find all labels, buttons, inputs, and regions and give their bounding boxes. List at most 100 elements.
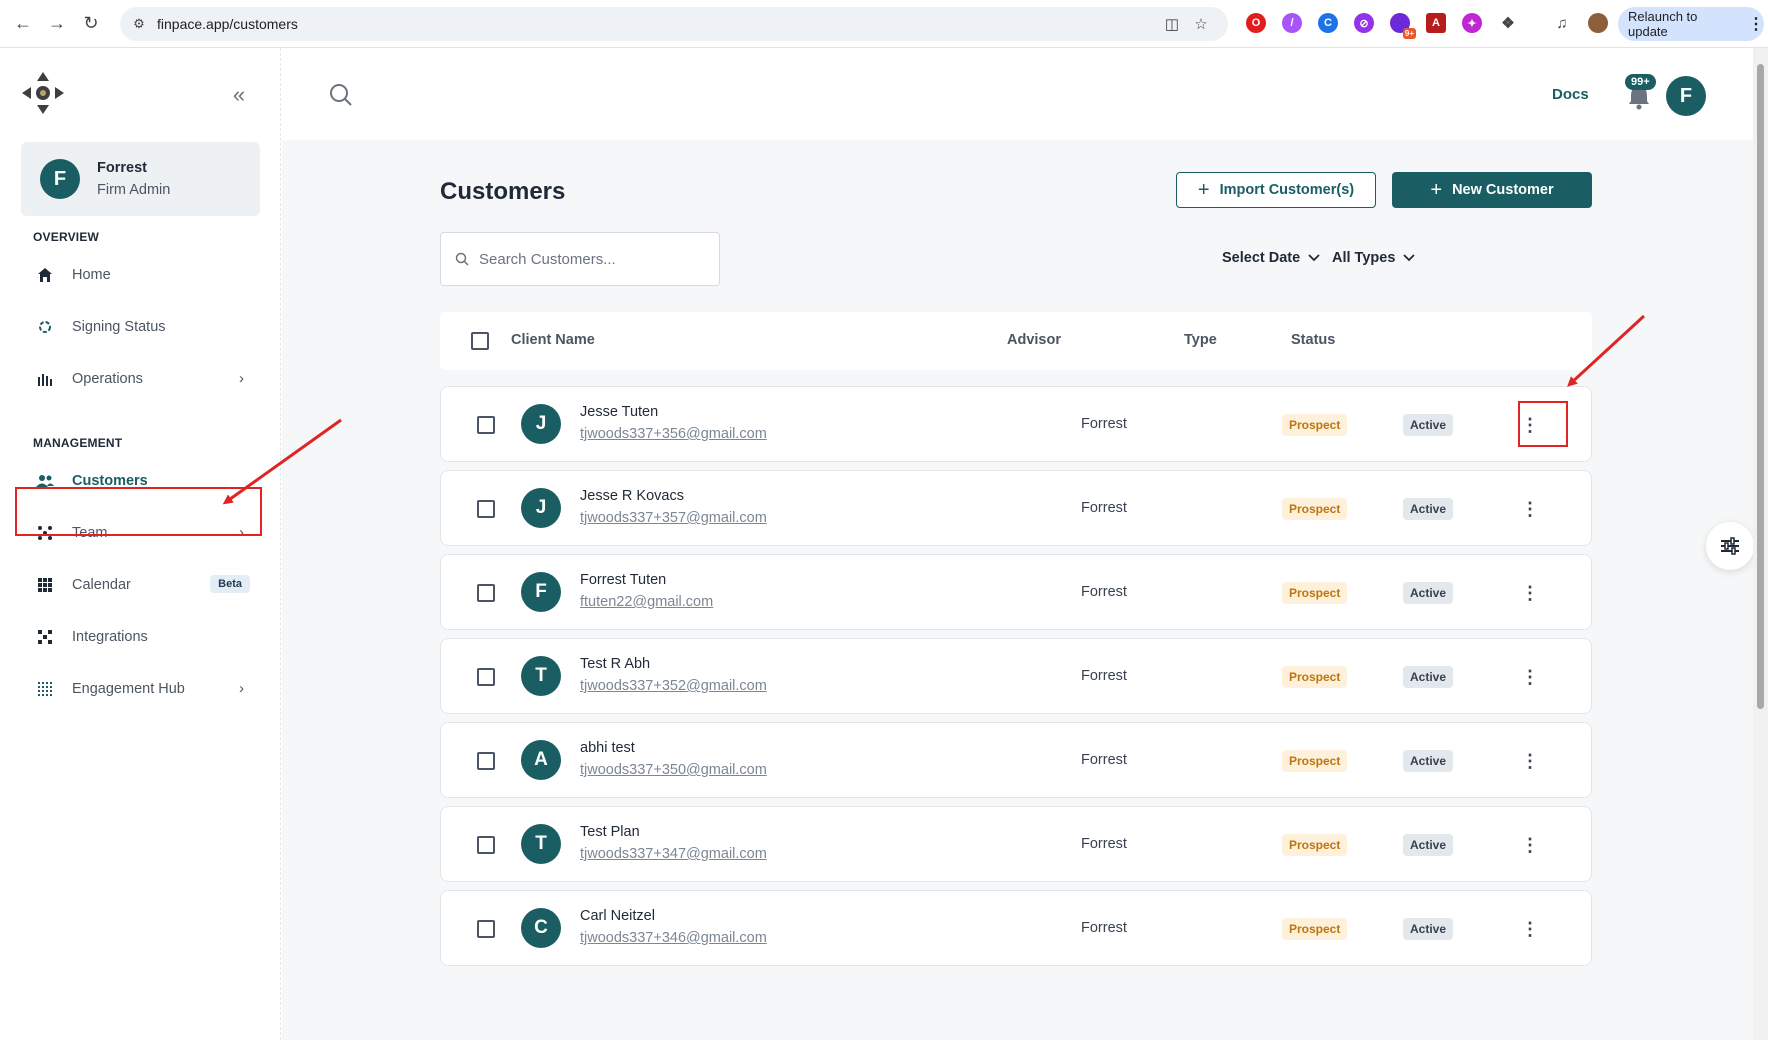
row-checkbox[interactable] bbox=[477, 920, 495, 938]
customer-email-link[interactable]: tjwoods337+350@gmail.com bbox=[580, 762, 767, 778]
media-queue-icon[interactable]: ♫ bbox=[1552, 13, 1572, 33]
row-actions-menu-icon[interactable]: ⋮ bbox=[1513, 912, 1547, 946]
extension-opera-icon[interactable]: O bbox=[1246, 13, 1266, 33]
extension-swirl-icon[interactable]: ✦ bbox=[1462, 13, 1482, 33]
table-row[interactable]: C Carl Neitzel tjwoods337+346@gmail.com … bbox=[440, 890, 1592, 966]
row-checkbox[interactable] bbox=[477, 416, 495, 434]
sidebar-item-calendar[interactable]: Calendar Beta bbox=[16, 562, 260, 608]
advisor-cell: Forrest bbox=[1081, 752, 1127, 768]
url-text[interactable]: finpace.app/customers bbox=[157, 16, 298, 32]
table-row[interactable]: J Jesse R Kovacs tjwoods337+357@gmail.co… bbox=[440, 470, 1592, 546]
section-label-management: MANAGEMENT bbox=[33, 436, 123, 450]
customer-search-box[interactable] bbox=[440, 232, 720, 286]
sidebar-item-integrations[interactable]: Integrations bbox=[16, 614, 260, 660]
user-avatar[interactable]: F bbox=[1666, 76, 1706, 116]
annotation-highlight-customers bbox=[15, 487, 262, 536]
table-row[interactable]: A abhi test tjwoods337+350@gmail.com For… bbox=[440, 722, 1592, 798]
row-actions-menu-icon[interactable]: ⋮ bbox=[1513, 660, 1547, 694]
sidebar-item-engagement-hub[interactable]: Engagement Hub › bbox=[16, 666, 260, 712]
column-header-type[interactable]: Type bbox=[1184, 332, 1217, 348]
page-title: Customers bbox=[440, 178, 566, 205]
table-row[interactable]: T Test Plan tjwoods337+347@gmail.com For… bbox=[440, 806, 1592, 882]
table-row[interactable]: F Forrest Tuten ftuten22@gmail.com Forre… bbox=[440, 554, 1592, 630]
row-checkbox[interactable] bbox=[477, 752, 495, 770]
customer-name[interactable]: Forrest Tuten bbox=[580, 572, 666, 588]
select-all-checkbox[interactable] bbox=[471, 332, 489, 350]
customer-email-link[interactable]: tjwoods337+347@gmail.com bbox=[580, 846, 767, 862]
table-row[interactable]: J Jesse Tuten tjwoods337+356@gmail.com F… bbox=[440, 386, 1592, 462]
new-customer-button[interactable]: + New Customer bbox=[1392, 172, 1592, 208]
sidebar-item-signing-status[interactable]: Signing Status bbox=[16, 304, 260, 350]
back-icon[interactable]: ← bbox=[10, 10, 36, 36]
section-label-overview: OVERVIEW bbox=[33, 230, 100, 244]
import-customers-button[interactable]: + Import Customer(s) bbox=[1176, 172, 1376, 208]
column-header-status[interactable]: Status bbox=[1291, 332, 1335, 348]
browser-profile-avatar[interactable] bbox=[1588, 13, 1608, 33]
address-bar[interactable]: ⚙ finpace.app/customers ◫ ☆ bbox=[120, 7, 1228, 41]
customer-name[interactable]: Carl Neitzel bbox=[580, 908, 655, 924]
bookmark-star-icon[interactable]: ☆ bbox=[1192, 15, 1210, 33]
extensions-puzzle-icon[interactable]: ❖ bbox=[1498, 13, 1518, 33]
page-scrollbar[interactable] bbox=[1753, 48, 1768, 1040]
sidebar-item-label: Home bbox=[72, 267, 111, 283]
extension-badge-icon[interactable]: 9+ bbox=[1390, 13, 1416, 39]
customer-email-link[interactable]: tjwoods337+356@gmail.com bbox=[580, 426, 767, 442]
sidebar-item-home[interactable]: Home bbox=[16, 252, 260, 298]
advisor-cell: Forrest bbox=[1081, 920, 1127, 936]
table-row[interactable]: T Test R Abh tjwoods337+352@gmail.com Fo… bbox=[440, 638, 1592, 714]
sidebar-item-operations[interactable]: Operations › bbox=[16, 356, 260, 402]
customer-email-link[interactable]: ftuten22@gmail.com bbox=[580, 594, 713, 610]
row-checkbox[interactable] bbox=[477, 836, 495, 854]
customer-name[interactable]: abhi test bbox=[580, 740, 635, 756]
chevron-right-icon: › bbox=[239, 370, 244, 387]
install-app-icon[interactable]: ◫ bbox=[1163, 15, 1181, 33]
forward-icon[interactable]: → bbox=[44, 10, 70, 36]
customer-name[interactable]: Jesse R Kovacs bbox=[580, 488, 684, 504]
type-badge: Prospect bbox=[1282, 498, 1348, 520]
customer-email-link[interactable]: tjwoods337+352@gmail.com bbox=[580, 678, 767, 694]
customer-name[interactable]: Test R Abh bbox=[580, 656, 650, 672]
row-checkbox[interactable] bbox=[477, 668, 495, 686]
customer-email-link[interactable]: tjwoods337+346@gmail.com bbox=[580, 930, 767, 946]
column-header-client-name[interactable]: Client Name bbox=[511, 332, 595, 348]
chevron-down-icon bbox=[1403, 254, 1416, 262]
chevron-down-icon bbox=[1308, 254, 1320, 262]
extension-circle-icon[interactable]: C bbox=[1318, 13, 1338, 33]
profile-role: Firm Admin bbox=[97, 182, 171, 198]
collapse-sidebar-icon[interactable]: « bbox=[226, 82, 252, 108]
row-actions-menu-icon[interactable]: ⋮ bbox=[1513, 576, 1547, 610]
status-badge: Active bbox=[1403, 582, 1454, 604]
row-checkbox[interactable] bbox=[477, 500, 495, 518]
extension-pdf-icon[interactable]: A bbox=[1426, 13, 1446, 33]
customer-name[interactable]: Test Plan bbox=[580, 824, 640, 840]
type-badge: Prospect bbox=[1282, 414, 1348, 436]
relaunch-label: Relaunch to update bbox=[1628, 9, 1698, 39]
finpace-logo-icon[interactable] bbox=[20, 70, 66, 116]
docs-link[interactable]: Docs bbox=[1552, 86, 1589, 103]
engagement-hub-icon bbox=[36, 680, 54, 698]
all-types-dropdown[interactable]: All Types bbox=[1332, 250, 1416, 266]
row-actions-menu-icon[interactable]: ⋮ bbox=[1513, 828, 1547, 862]
site-info-icon[interactable]: ⚙ bbox=[130, 15, 148, 33]
browser-menu-icon[interactable]: ⋮ bbox=[1748, 14, 1764, 34]
customer-email-link[interactable]: tjwoods337+357@gmail.com bbox=[580, 510, 767, 526]
profile-card[interactable]: F Forrest Firm Admin bbox=[21, 142, 260, 216]
scrollbar-thumb[interactable] bbox=[1757, 64, 1764, 709]
row-checkbox[interactable] bbox=[477, 584, 495, 602]
advisor-cell: Forrest bbox=[1081, 836, 1127, 852]
table-settings-button[interactable] bbox=[1706, 522, 1754, 570]
import-customers-label: Import Customer(s) bbox=[1219, 182, 1355, 198]
relaunch-button[interactable]: Relaunch to update ⋮ bbox=[1618, 7, 1764, 41]
annotation-highlight-row-menu bbox=[1518, 401, 1568, 447]
reload-icon[interactable]: ↻ bbox=[78, 10, 104, 36]
row-actions-menu-icon[interactable]: ⋮ bbox=[1513, 492, 1547, 526]
global-search-icon[interactable] bbox=[328, 82, 354, 108]
extension-pen-icon[interactable]: / bbox=[1282, 13, 1302, 33]
row-actions-menu-icon[interactable]: ⋮ bbox=[1513, 744, 1547, 778]
search-input[interactable] bbox=[479, 250, 699, 268]
customer-avatar: J bbox=[521, 488, 561, 528]
customer-name[interactable]: Jesse Tuten bbox=[580, 404, 658, 420]
column-header-advisor[interactable]: Advisor bbox=[1007, 332, 1061, 348]
select-date-dropdown[interactable]: Select Date bbox=[1222, 250, 1320, 266]
extension-block-icon[interactable]: ⊘ bbox=[1354, 13, 1374, 33]
